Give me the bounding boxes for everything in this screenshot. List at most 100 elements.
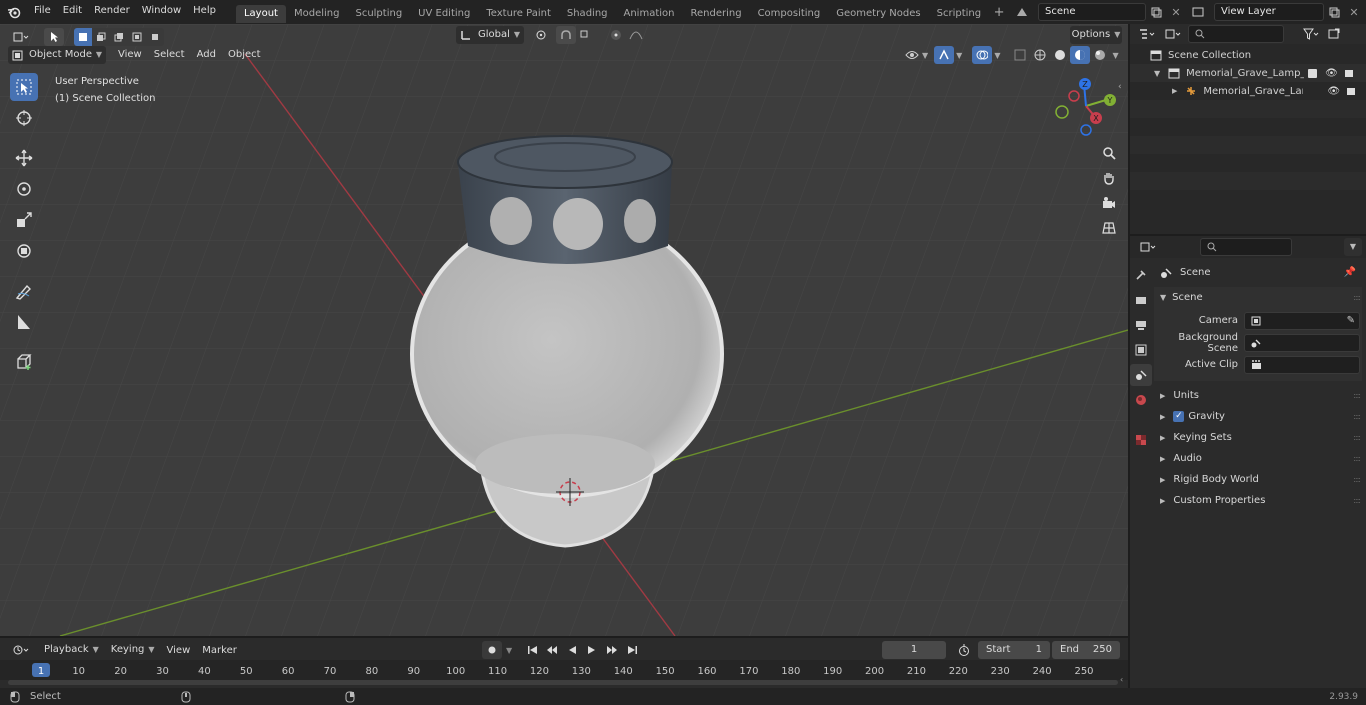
eyedropper-icon[interactable]: ✎ (1347, 313, 1355, 329)
rendered-shading-icon[interactable] (1090, 46, 1110, 64)
tab-modeling[interactable]: Modeling (286, 5, 348, 23)
gravity-checkbox[interactable]: ✓ (1173, 411, 1185, 422)
select-new-icon[interactable] (74, 28, 92, 46)
snap-icon[interactable] (556, 26, 576, 44)
drag-handle-icon[interactable]: :::: (1353, 475, 1361, 484)
drag-handle-icon[interactable]: :::: (1353, 496, 1361, 505)
render-tab-icon[interactable] (1130, 289, 1152, 311)
transform-tool-icon[interactable] (10, 237, 38, 265)
new-view-layer-icon[interactable] (1324, 3, 1344, 21)
properties-editor-type-icon[interactable] (1134, 238, 1162, 256)
scale-tool-icon[interactable] (10, 206, 38, 234)
tab-rendering[interactable]: Rendering (682, 5, 749, 23)
tab-sculpting[interactable]: Sculpting (347, 5, 410, 23)
snap-target-icon[interactable] (576, 26, 596, 44)
drag-handle-icon[interactable]: :::: (1353, 412, 1361, 421)
material-shading-icon[interactable] (1070, 46, 1091, 64)
tab-compositing[interactable]: Compositing (750, 5, 829, 23)
cursor-tool-icon[interactable] (10, 104, 38, 132)
select-box-tool-icon[interactable] (10, 73, 38, 101)
scene-tab-icon[interactable] (1130, 364, 1152, 386)
chevron-down-icon[interactable]: ▼ (1154, 69, 1160, 78)
scene-field[interactable]: Scene (1038, 3, 1146, 21)
editor-type-icon[interactable] (6, 28, 36, 46)
proportional-edit-icon[interactable] (606, 26, 626, 44)
viewport-menu-view[interactable]: View (112, 46, 148, 64)
output-tab-icon[interactable] (1130, 314, 1152, 336)
new-scene-icon[interactable] (1146, 3, 1166, 21)
overlays-icon[interactable] (972, 46, 993, 64)
camera-view-icon[interactable] (1097, 191, 1121, 215)
navigation-gizmo[interactable]: Y X Z (1050, 72, 1122, 144)
outliner-item-collection[interactable]: ▼ Memorial_Grave_Lamp_No_C 👁 (1130, 64, 1366, 82)
tab-scripting[interactable]: Scripting (929, 5, 989, 23)
menu-help[interactable]: Help (187, 0, 222, 24)
move-tool-icon[interactable] (10, 144, 38, 172)
menu-render[interactable]: Render (88, 0, 136, 24)
menu-edit[interactable]: Edit (57, 0, 88, 24)
menu-file[interactable]: File (28, 0, 57, 24)
3d-viewport[interactable]: Global ▼ Options ▼ Object Mode ▼ View Se… (0, 24, 1128, 636)
falloff-icon[interactable] (626, 26, 646, 44)
remove-scene-icon[interactable]: ✕ (1166, 3, 1186, 21)
select-subtract-icon[interactable] (110, 28, 128, 46)
new-collection-icon[interactable] (1324, 25, 1344, 43)
tab-animation[interactable]: Animation (616, 5, 683, 23)
background-scene-field[interactable] (1244, 333, 1360, 352)
properties-options-icon[interactable]: ▼ (1344, 238, 1362, 256)
chevron-right-icon[interactable]: ▶ (1172, 87, 1177, 95)
solid-shading-icon[interactable] (1050, 46, 1070, 64)
drag-handle-icon[interactable]: :::: (1353, 293, 1361, 302)
chevron-left-icon[interactable]: ‹ (1120, 675, 1123, 684)
options-dropdown[interactable]: Options ▼ (1070, 26, 1122, 44)
camera-render-icon[interactable] (1346, 86, 1356, 96)
chevron-down-icon[interactable]: ▼ (922, 51, 928, 60)
viewport-menu-add[interactable]: Add (191, 46, 222, 64)
frame-ruler[interactable]: 1 10 20 30 40 50 60 70 80 90 100 110 120 130 140 150 160… (0, 660, 1128, 680)
view-layer-field[interactable]: View Layer (1214, 3, 1324, 21)
xray-icon[interactable] (1010, 46, 1030, 64)
filter-icon[interactable] (1298, 25, 1324, 43)
tool-tab-icon[interactable] (1130, 264, 1152, 286)
display-mode-icon[interactable] (1160, 25, 1186, 43)
blender-logo-icon[interactable] (0, 3, 28, 21)
menu-window[interactable]: Window (136, 0, 187, 24)
outliner-search-input[interactable] (1188, 25, 1284, 43)
pan-hand-icon[interactable] (1097, 166, 1121, 190)
viewport-menu-select[interactable]: Select (148, 46, 191, 64)
panel-keying-sets[interactable]: ▶ Keying Sets :::: (1154, 427, 1362, 448)
timeline-scrollbar[interactable] (8, 680, 1118, 685)
annotate-tool-icon[interactable] (10, 277, 38, 305)
exclude-checkbox[interactable] (1308, 68, 1318, 78)
eye-icon[interactable]: 👁 (1327, 86, 1340, 97)
chevron-down-icon[interactable]: ▼ (994, 51, 1000, 60)
select-tool-icon[interactable] (44, 28, 64, 46)
visibility-icon[interactable] (902, 46, 922, 64)
outliner-editor-type-icon[interactable] (1134, 25, 1160, 43)
pivot-point-icon[interactable] (532, 26, 552, 44)
outliner-scene-collection[interactable]: Scene Collection (1130, 46, 1366, 64)
tab-texture-paint[interactable]: Texture Paint (478, 5, 559, 23)
object-mode-dropdown[interactable]: Object Mode ▼ (8, 46, 106, 64)
scene-icon[interactable] (1012, 3, 1032, 21)
pin-icon[interactable]: 📌 (1344, 267, 1356, 278)
world-tab-icon[interactable] (1130, 389, 1152, 411)
eye-icon[interactable]: 👁 (1325, 68, 1338, 79)
view-layer-tab-icon[interactable] (1130, 339, 1152, 361)
panel-custom-properties[interactable]: ▶ Custom Properties :::: (1154, 490, 1362, 511)
panel-audio[interactable]: ▶ Audio :::: (1154, 448, 1362, 469)
tab-uv-editing[interactable]: UV Editing (410, 5, 478, 23)
add-workspace-icon[interactable]: + (989, 3, 1009, 21)
chevron-left-icon[interactable]: ‹ (1118, 82, 1122, 92)
add-cube-tool-icon[interactable] (10, 348, 38, 376)
select-intersect-icon[interactable] (146, 28, 164, 46)
chevron-down-icon[interactable]: ▼ (956, 51, 962, 60)
properties-search-input[interactable] (1200, 238, 1292, 256)
select-invert-icon[interactable] (128, 28, 146, 46)
measure-tool-icon[interactable] (10, 308, 38, 336)
remove-view-layer-icon[interactable]: ✕ (1344, 3, 1364, 21)
drag-handle-icon[interactable]: :::: (1353, 454, 1361, 463)
panel-gravity[interactable]: ▶ ✓ Gravity :::: (1154, 406, 1362, 427)
panel-rigid-body-world[interactable]: ▶ Rigid Body World :::: (1154, 469, 1362, 490)
transform-orientation-dropdown[interactable]: Global ▼ (456, 26, 524, 44)
